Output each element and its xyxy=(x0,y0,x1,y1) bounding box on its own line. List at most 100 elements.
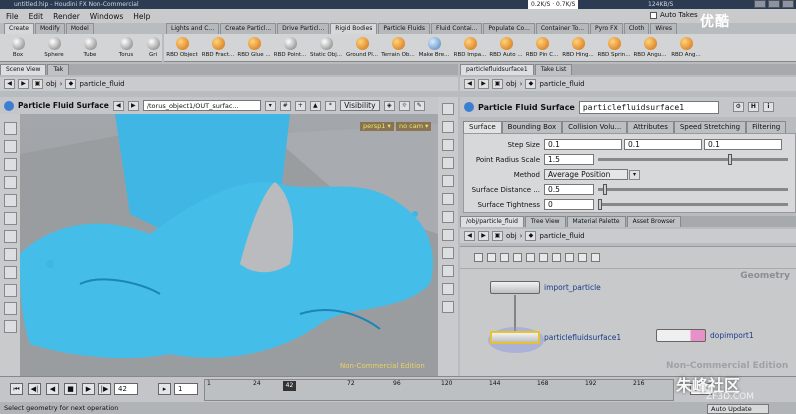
tab-take-list[interactable]: Take List xyxy=(534,64,573,75)
select-tool-icon[interactable] xyxy=(3,122,17,135)
step-size-arrow-icon[interactable]: ▸ xyxy=(158,383,171,395)
shelf-tab-pyro[interactable]: Pyro FX xyxy=(590,23,623,34)
menu-render[interactable]: Render xyxy=(53,12,80,21)
shelf-tool-make-breakable[interactable]: Make Bre... xyxy=(416,34,452,61)
param-tab-filtering[interactable]: Filtering xyxy=(746,121,787,133)
forward-arrow-icon[interactable]: ▶ xyxy=(18,79,29,89)
surface-tightness-field[interactable]: 0 xyxy=(544,199,594,210)
net-zoom-icon[interactable] xyxy=(552,253,561,262)
rotate-tool-icon[interactable] xyxy=(3,158,17,171)
radius-field[interactable]: 1.5 xyxy=(544,154,594,165)
shelf-tool-sphere[interactable]: Sphere xyxy=(36,34,72,61)
gear-icon[interactable]: ⚙ xyxy=(732,102,744,112)
param-tab-speed-stretching[interactable]: Speed Stretching xyxy=(673,121,747,133)
right-back-arrow-icon[interactable]: ◀ xyxy=(464,79,475,89)
shelf-tab-create-particles[interactable]: Create Particl... xyxy=(220,23,277,34)
jump-start-icon[interactable]: ⏮ xyxy=(10,383,23,395)
menu-help[interactable]: Help xyxy=(133,12,150,21)
net-snap-icon[interactable] xyxy=(578,253,587,262)
play-icon[interactable]: ▶ xyxy=(82,383,95,395)
node-dopimport[interactable] xyxy=(656,329,706,342)
net-forward-arrow-icon[interactable]: ▶ xyxy=(478,231,489,241)
snap-prim-icon[interactable]: ▲ xyxy=(309,100,321,111)
surface-distance-slider[interactable] xyxy=(598,184,788,195)
node-name-field[interactable]: particlefluidsurface1 xyxy=(578,100,719,114)
current-frame-field[interactable]: 42 xyxy=(114,383,138,395)
net-color-icon[interactable] xyxy=(526,253,535,262)
snap-grid-icon[interactable]: # xyxy=(279,100,291,111)
normals-icon[interactable] xyxy=(442,175,454,187)
current-frame-marker[interactable]: 42 xyxy=(283,381,296,391)
shelf-tool-rbd-angular-2[interactable]: RBD Ang... xyxy=(668,34,704,61)
tab-tree-view[interactable]: Tree View xyxy=(524,216,566,227)
shelf-tab-cloth[interactable]: Cloth xyxy=(623,23,650,34)
shelf-tool-rbd-object[interactable]: RBD Object xyxy=(164,34,200,61)
menu-windows[interactable]: Windows xyxy=(90,12,123,21)
back-arrow-icon[interactable]: ◀ xyxy=(4,79,15,89)
viewer-back-icon[interactable]: ◀ xyxy=(112,100,124,111)
shelf-tab-wires[interactable]: Wires xyxy=(650,23,677,34)
method-dropdown-icon[interactable]: ▾ xyxy=(629,169,640,180)
method-select[interactable]: Average Position xyxy=(544,169,628,180)
node-particlefluidsurface[interactable] xyxy=(490,331,540,344)
magnet-tool-icon[interactable] xyxy=(3,266,17,279)
net-path-network[interactable]: particle_fluid xyxy=(539,232,584,240)
shelf-tool-rbd-point[interactable]: RBD Point... xyxy=(272,34,308,61)
viewer-dropdown-icon[interactable]: ▾ xyxy=(264,100,276,111)
snap-tool-icon[interactable] xyxy=(3,320,17,333)
radius-slider-handle[interactable] xyxy=(728,154,732,165)
net-dep-icon[interactable] xyxy=(591,253,600,262)
move-tool-icon[interactable] xyxy=(3,140,17,153)
net-shape-icon[interactable] xyxy=(539,253,548,262)
auto-update-menu[interactable]: Auto Update xyxy=(707,404,769,414)
camera-lock-icon[interactable] xyxy=(442,301,454,313)
play-reverse-icon[interactable]: ◀ xyxy=(46,383,59,395)
shelf-tab-drive-particles[interactable]: Drive Particl... xyxy=(277,23,330,34)
param-tab-attributes[interactable]: Attributes xyxy=(627,121,674,133)
frame-step-field[interactable]: 1 xyxy=(174,383,198,395)
param-tab-bounding-box[interactable]: Bounding Box xyxy=(501,121,563,133)
network-editor[interactable]: Geometry import_particle particlefluidsu… xyxy=(460,246,796,376)
shelf-tab-create[interactable]: Create xyxy=(4,23,34,34)
tab-asset-browser[interactable]: Asset Browser xyxy=(626,216,682,227)
param-tab-collision-volume[interactable]: Collision Volu... xyxy=(562,121,628,133)
shelf-tool-static-object[interactable]: Static Obj... xyxy=(308,34,344,61)
shelf-tool-terrain-object[interactable]: Terrain Ob... xyxy=(380,34,416,61)
net-flag-icon[interactable] xyxy=(500,253,509,262)
menu-file[interactable]: File xyxy=(6,12,19,21)
surface-tightness-slider-handle[interactable] xyxy=(598,199,602,210)
persp-camera-menu[interactable]: persp1 ▾ xyxy=(360,122,394,131)
radius-slider[interactable] xyxy=(598,154,788,165)
tab-scene-view[interactable]: Scene View xyxy=(0,64,47,75)
safe-area-icon[interactable] xyxy=(442,265,454,277)
tab-network-editor[interactable]: /obj/particle_fluid xyxy=(460,216,524,227)
net-list-icon[interactable] xyxy=(474,253,483,262)
shelf-tool-tube[interactable]: Tube xyxy=(72,34,108,61)
step-size-x-field[interactable]: 0.1 xyxy=(544,139,622,150)
point-display-icon[interactable] xyxy=(442,157,454,169)
shelf-tool-ground-plane[interactable]: Ground Pl... xyxy=(344,34,380,61)
maximize-button[interactable] xyxy=(768,0,780,8)
right-path-obj[interactable]: obj xyxy=(506,80,517,88)
pose-tool-icon[interactable] xyxy=(3,212,17,225)
shelf-tab-fluid-containers[interactable]: Fluid Contai... xyxy=(431,23,483,34)
no-cam-menu[interactable]: no cam ▾ xyxy=(396,122,432,131)
light-icon[interactable]: ☼ xyxy=(398,100,410,111)
viewer-forward-icon[interactable]: ▶ xyxy=(127,100,139,111)
shelf-tool-rbd-spring[interactable]: RBD Sprin... xyxy=(596,34,632,61)
stop-icon[interactable]: ■ xyxy=(64,383,77,395)
snap-multi-icon[interactable]: * xyxy=(324,100,336,111)
shelf-tool-rbd-auto[interactable]: RBD Auto ... xyxy=(488,34,524,61)
grid-display-icon[interactable] xyxy=(442,247,454,259)
shelf-tab-modify[interactable]: Modify xyxy=(34,23,65,34)
minimize-button[interactable] xyxy=(754,0,766,8)
net-path-obj[interactable]: obj xyxy=(506,232,517,240)
net-note-icon[interactable] xyxy=(513,253,522,262)
scene-viewport[interactable]: persp1 ▾ no cam ▾ xyxy=(20,114,438,376)
auto-takes-toggle[interactable]: Auto Takes xyxy=(650,11,698,19)
right-forward-arrow-icon[interactable]: ▶ xyxy=(478,79,489,89)
display-options-icon[interactable] xyxy=(442,103,454,115)
lights-icon[interactable] xyxy=(442,211,454,223)
shelf-tab-particle-fluids[interactable]: Particle Fluids xyxy=(378,23,430,34)
viewer-path-field[interactable]: /torus_object1/OUT_surfac... xyxy=(142,100,261,111)
